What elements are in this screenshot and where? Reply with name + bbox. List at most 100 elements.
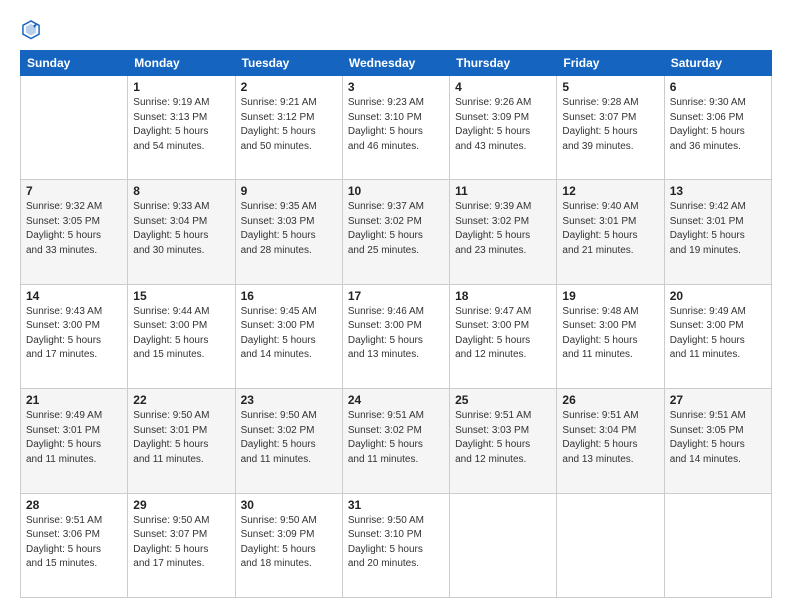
day-number: 31 [348, 498, 444, 512]
calendar-cell: 21 Sunrise: 9:49 AMSunset: 3:01 PMDayligh… [21, 389, 128, 493]
day-info: Sunrise: 9:40 AMSunset: 3:01 PMDaylight:… [562, 200, 658, 258]
calendar-cell [450, 493, 557, 597]
weekday-header: Tuesday [235, 51, 342, 76]
calendar-cell: 15Sunrise: 9:44 AMSunset: 3:00 PMDayligh… [128, 284, 235, 388]
day-number: 4 [455, 80, 551, 94]
day-number: 8 [133, 184, 229, 198]
calendar-cell: 3Sunrise: 9:23 AMSunset: 3:10 PMDaylight… [342, 76, 449, 180]
calendar-cell: 18 Sunrise: 9:47 AMSunset: 3:00 PMDayligh… [450, 284, 557, 388]
calendar-cell: 8 Sunrise: 9:33 AMSunset: 3:04 PMDaylight… [128, 180, 235, 284]
day-number: 20 [670, 289, 766, 303]
day-info: Sunrise: 9:51 AMSunset: 3:05 PMDaylight:… [670, 409, 766, 467]
day-number: 29 [133, 498, 229, 512]
day-number: 23 [241, 393, 337, 407]
calendar-week-row: 28Sunrise: 9:51 AMSunset: 3:06 PMDayligh… [21, 493, 772, 597]
day-info: Sunrise: 9:32 AMSunset: 3:05 PMDaylight:… [26, 200, 122, 258]
day-number: 16 [241, 289, 337, 303]
calendar-cell [557, 493, 664, 597]
calendar-cell: 5 Sunrise: 9:28 AMSunset: 3:07 PMDaylight… [557, 76, 664, 180]
calendar-cell: 12 Sunrise: 9:40 AMSunset: 3:01 PMDayligh… [557, 180, 664, 284]
day-info: Sunrise: 9:49 AMSunset: 3:01 PMDaylight:… [26, 409, 122, 467]
calendar-week-row: 14Sunrise: 9:43 AMSunset: 3:00 PMDayligh… [21, 284, 772, 388]
calendar-header-row: SundayMondayTuesdayWednesdayThursdayFrid… [21, 51, 772, 76]
day-info: Sunrise: 9:45 AMSunset: 3:00 PMDaylight:… [241, 305, 337, 363]
day-info: Sunrise: 9:30 AMSunset: 3:06 PMDaylight:… [670, 96, 766, 154]
day-number: 7 [26, 184, 122, 198]
calendar-cell: 16 Sunrise: 9:45 AMSunset: 3:00 PMDayligh… [235, 284, 342, 388]
weekday-header: Wednesday [342, 51, 449, 76]
logo [20, 18, 46, 40]
calendar-week-row: 1 Sunrise: 9:19 AMSunset: 3:13 PMDaylight… [21, 76, 772, 180]
day-info: Sunrise: 9:50 AMSunset: 3:02 PMDaylight:… [241, 409, 337, 467]
day-info: Sunrise: 9:37 AMSunset: 3:02 PMDaylight:… [348, 200, 444, 258]
calendar-cell: 20 Sunrise: 9:49 AMSunset: 3:00 PMDayligh… [664, 284, 771, 388]
calendar-cell: 23 Sunrise: 9:50 AMSunset: 3:02 PMDayligh… [235, 389, 342, 493]
day-number: 3 [348, 80, 444, 94]
day-number: 6 [670, 80, 766, 94]
day-info: Sunrise: 9:51 AMSunset: 3:03 PMDaylight:… [455, 409, 551, 467]
day-number: 17 [348, 289, 444, 303]
calendar-cell: 31 Sunrise: 9:50 AMSunset: 3:10 PMDayligh… [342, 493, 449, 597]
day-info: Sunrise: 9:42 AMSunset: 3:01 PMDaylight:… [670, 200, 766, 258]
day-number: 5 [562, 80, 658, 94]
day-number: 30 [241, 498, 337, 512]
day-info: Sunrise: 9:51 AMSunset: 3:06 PMDaylight:… [26, 514, 122, 572]
day-info: Sunrise: 9:48 AMSunset: 3:00 PMDaylight:… [562, 305, 658, 363]
calendar-cell: 27Sunrise: 9:51 AMSunset: 3:05 PMDayligh… [664, 389, 771, 493]
calendar-table: SundayMondayTuesdayWednesdayThursdayFrid… [20, 50, 772, 598]
calendar-cell: 4 Sunrise: 9:26 AMSunset: 3:09 PMDaylight… [450, 76, 557, 180]
calendar-cell: 11 Sunrise: 9:39 AMSunset: 3:02 PMDayligh… [450, 180, 557, 284]
calendar-cell [21, 76, 128, 180]
weekday-header: Monday [128, 51, 235, 76]
day-info: Sunrise: 9:39 AMSunset: 3:02 PMDaylight:… [455, 200, 551, 258]
calendar-week-row: 21 Sunrise: 9:49 AMSunset: 3:01 PMDayligh… [21, 389, 772, 493]
calendar-cell: 28Sunrise: 9:51 AMSunset: 3:06 PMDayligh… [21, 493, 128, 597]
calendar-cell: 30 Sunrise: 9:50 AMSunset: 3:09 PMDayligh… [235, 493, 342, 597]
day-number: 13 [670, 184, 766, 198]
day-number: 11 [455, 184, 551, 198]
day-info: Sunrise: 9:35 AMSunset: 3:03 PMDaylight:… [241, 200, 337, 258]
day-number: 10 [348, 184, 444, 198]
day-number: 9 [241, 184, 337, 198]
calendar-cell: 26Sunrise: 9:51 AMSunset: 3:04 PMDayligh… [557, 389, 664, 493]
calendar-cell: 13 Sunrise: 9:42 AMSunset: 3:01 PMDayligh… [664, 180, 771, 284]
day-info: Sunrise: 9:19 AMSunset: 3:13 PMDaylight:… [133, 96, 229, 154]
calendar-cell: 17 Sunrise: 9:46 AMSunset: 3:00 PMDayligh… [342, 284, 449, 388]
day-number: 12 [562, 184, 658, 198]
day-info: Sunrise: 9:21 AMSunset: 3:12 PMDaylight:… [241, 96, 337, 154]
weekday-header: Saturday [664, 51, 771, 76]
day-info: Sunrise: 9:47 AMSunset: 3:00 PMDaylight:… [455, 305, 551, 363]
day-number: 22 [133, 393, 229, 407]
day-number: 25 [455, 393, 551, 407]
day-info: Sunrise: 9:26 AMSunset: 3:09 PMDaylight:… [455, 96, 551, 154]
day-info: Sunrise: 9:46 AMSunset: 3:00 PMDaylight:… [348, 305, 444, 363]
logo-icon [20, 18, 42, 40]
weekday-header: Friday [557, 51, 664, 76]
calendar-cell: 14Sunrise: 9:43 AMSunset: 3:00 PMDayligh… [21, 284, 128, 388]
calendar-cell: 29Sunrise: 9:50 AMSunset: 3:07 PMDayligh… [128, 493, 235, 597]
calendar-cell: 10 Sunrise: 9:37 AMSunset: 3:02 PMDayligh… [342, 180, 449, 284]
calendar-cell: 25 Sunrise: 9:51 AMSunset: 3:03 PMDayligh… [450, 389, 557, 493]
day-info: Sunrise: 9:44 AMSunset: 3:00 PMDaylight:… [133, 305, 229, 363]
calendar-cell: 7 Sunrise: 9:32 AMSunset: 3:05 PMDaylight… [21, 180, 128, 284]
day-info: Sunrise: 9:28 AMSunset: 3:07 PMDaylight:… [562, 96, 658, 154]
calendar-cell: 24Sunrise: 9:51 AMSunset: 3:02 PMDayligh… [342, 389, 449, 493]
calendar-page: SundayMondayTuesdayWednesdayThursdayFrid… [0, 0, 792, 612]
header [20, 18, 772, 40]
day-info: Sunrise: 9:43 AMSunset: 3:00 PMDaylight:… [26, 305, 122, 363]
day-number: 24 [348, 393, 444, 407]
day-info: Sunrise: 9:50 AMSunset: 3:09 PMDaylight:… [241, 514, 337, 572]
day-number: 2 [241, 80, 337, 94]
day-info: Sunrise: 9:50 AMSunset: 3:10 PMDaylight:… [348, 514, 444, 572]
day-info: Sunrise: 9:49 AMSunset: 3:00 PMDaylight:… [670, 305, 766, 363]
day-info: Sunrise: 9:50 AMSunset: 3:01 PMDaylight:… [133, 409, 229, 467]
day-number: 1 [133, 80, 229, 94]
weekday-header: Thursday [450, 51, 557, 76]
day-info: Sunrise: 9:33 AMSunset: 3:04 PMDaylight:… [133, 200, 229, 258]
day-number: 18 [455, 289, 551, 303]
calendar-cell: 22 Sunrise: 9:50 AMSunset: 3:01 PMDayligh… [128, 389, 235, 493]
day-number: 21 [26, 393, 122, 407]
calendar-cell: 9 Sunrise: 9:35 AMSunset: 3:03 PMDaylight… [235, 180, 342, 284]
calendar-week-row: 7 Sunrise: 9:32 AMSunset: 3:05 PMDaylight… [21, 180, 772, 284]
day-number: 26 [562, 393, 658, 407]
